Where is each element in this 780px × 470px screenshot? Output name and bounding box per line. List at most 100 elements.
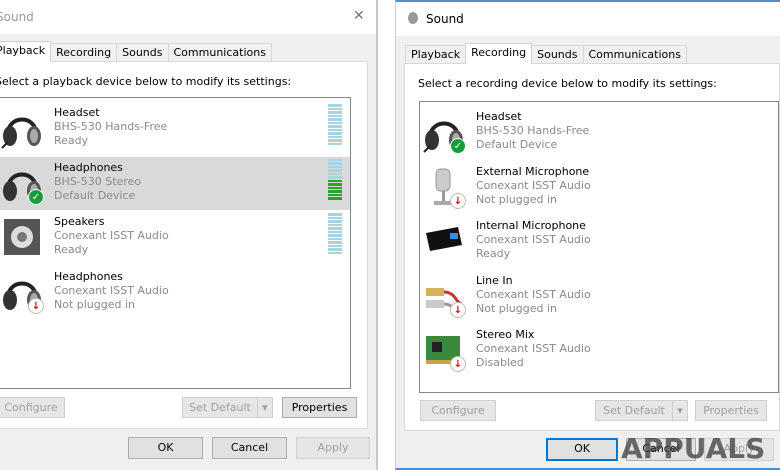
meter-segment [328, 190, 342, 193]
tab-playback[interactable]: Playback [0, 41, 52, 62]
meter-segment [328, 251, 342, 254]
device-status: Ready [54, 243, 89, 256]
device-status: Not plugged in [476, 301, 558, 315]
device-driver: Conexant ISST Audio [476, 287, 591, 301]
meter-segment [328, 183, 342, 186]
apply-button[interactable]: Apply [296, 437, 370, 459]
device-driver: BHS-530 Stereo [54, 174, 142, 188]
set-default-button[interactable]: Set Default [182, 397, 258, 418]
ok-button[interactable]: OK [128, 437, 203, 459]
speaker-icon [0, 215, 44, 259]
meter-segment [328, 142, 342, 145]
meter-segment [328, 118, 342, 121]
set-default-dropdown[interactable]: ▾ [257, 397, 273, 418]
meter-segment [328, 193, 342, 196]
headset-icon: ✓ [422, 110, 466, 154]
meter-segment [328, 244, 342, 247]
device-status: Ready [54, 134, 89, 147]
device-driver: Conexant ISST Audio [54, 229, 169, 242]
left-sound-window: Sound ✕ Playback Recording Sounds Commun… [0, 0, 378, 470]
unplugged-arrow-icon: ↓ [450, 356, 466, 372]
device-name: Headphones [54, 269, 123, 283]
tab-playback[interactable]: Playback [405, 45, 467, 64]
webcam-mic-icon [422, 219, 466, 263]
meter-segment [328, 213, 342, 216]
meter-segment [328, 165, 342, 168]
tab-panel: Select a playback device below to modify… [0, 61, 368, 429]
device-item[interactable]: ✓ Headset BHS-530 Hands-Free Default Device [420, 106, 778, 159]
set-default-button[interactable]: Set Default [595, 400, 673, 421]
ok-button[interactable]: OK [546, 438, 618, 461]
headphones-icon: ✓ [0, 161, 44, 205]
device-item[interactable]: Internal Microphone Conexant ISST Audio Re… [420, 215, 778, 268]
cancel-button[interactable]: Cancel [212, 437, 287, 459]
meter-segment [328, 169, 342, 172]
device-name: Speakers [54, 215, 105, 228]
device-item[interactable]: ✓ Headphones BHS-530 Stereo Default Device [0, 156, 350, 210]
level-meter [328, 158, 342, 200]
device-list: ✓ Headset BHS-530 Hands-Free Default Device… [419, 101, 779, 393]
meter-segment [328, 121, 342, 124]
meter-segment [328, 237, 342, 240]
instruction-label: Select a recording device below to modif… [418, 77, 717, 90]
watermark-logo: APPUALS [621, 432, 766, 465]
device-driver: BHS-530 Hands-Free [476, 124, 590, 137]
meter-segment [328, 132, 342, 135]
speaker-app-icon [408, 12, 418, 24]
device-item[interactable]: ↓ Stereo Mix Conexant ISST Audio Disabled [420, 324, 778, 377]
level-meter [328, 104, 342, 145]
properties-button[interactable]: Properties [282, 397, 357, 418]
device-status: Not plugged in [476, 192, 558, 206]
close-icon[interactable]: ✕ [353, 8, 365, 24]
tab-sounds[interactable]: Sounds [116, 43, 169, 62]
device-item[interactable]: Headset BHS-530 Hands-Free Ready [0, 102, 350, 155]
device-name: Line In [476, 273, 513, 287]
line-in-icon: ↓ [422, 274, 466, 318]
device-list: Headset BHS-530 Hands-Free Ready ✓ Headphone… [0, 97, 351, 389]
tab-communications[interactable]: Communications [582, 45, 687, 64]
default-check-icon: ✓ [450, 138, 466, 154]
default-check-icon: ✓ [28, 188, 44, 205]
tab-recording[interactable]: Recording [465, 43, 533, 64]
meter-segment [328, 107, 342, 110]
meter-segment [328, 197, 342, 200]
device-name: Stereo Mix [476, 328, 535, 341]
meter-segment [328, 128, 342, 131]
configure-button[interactable]: Configure [0, 397, 65, 418]
meter-segment [328, 248, 342, 251]
meter-segment [328, 216, 342, 219]
device-driver: Conexant ISST Audio [54, 283, 169, 297]
device-status: Not plugged in [54, 297, 136, 311]
device-item[interactable]: ↓ External Microphone Conexant ISST Audio N… [420, 161, 778, 214]
device-driver: Conexant ISST Audio [476, 233, 591, 246]
meter-segment [328, 139, 342, 142]
device-name: Headset [54, 106, 100, 119]
meter-segment [328, 158, 342, 161]
meter-segment [328, 114, 342, 117]
device-name: Headphones [54, 160, 123, 174]
window-title: Sound [0, 10, 34, 24]
device-item[interactable]: Speakers Conexant ISST Audio Ready [0, 211, 350, 264]
microphone-icon: ↓ [422, 165, 466, 209]
headphones-icon: ↓ [0, 270, 44, 314]
device-name: Headset [476, 110, 522, 123]
title-bar: Sound [396, 2, 780, 36]
meter-segment [328, 176, 342, 179]
meter-segment [328, 241, 342, 244]
meter-segment [328, 230, 342, 233]
device-item[interactable]: ↓ Line In Conexant ISST Audio Not plugged i… [420, 270, 778, 323]
tab-sounds[interactable]: Sounds [531, 45, 584, 64]
meter-segment [328, 223, 342, 226]
configure-button[interactable]: Configure [420, 400, 496, 421]
unplugged-arrow-icon: ↓ [450, 301, 466, 318]
tab-communications[interactable]: Communications [167, 43, 272, 62]
tab-recording[interactable]: Recording [50, 43, 118, 62]
properties-button[interactable]: Properties [695, 400, 767, 421]
device-item[interactable]: ↓ Headphones Conexant ISST Audio Not plugge… [0, 266, 350, 319]
meter-segment [328, 125, 342, 128]
meter-segment [328, 172, 342, 175]
device-driver: BHS-530 Hands-Free [54, 120, 168, 133]
set-default-dropdown[interactable]: ▾ [672, 400, 688, 421]
meter-segment [328, 186, 342, 189]
window-title: Sound [426, 12, 464, 26]
